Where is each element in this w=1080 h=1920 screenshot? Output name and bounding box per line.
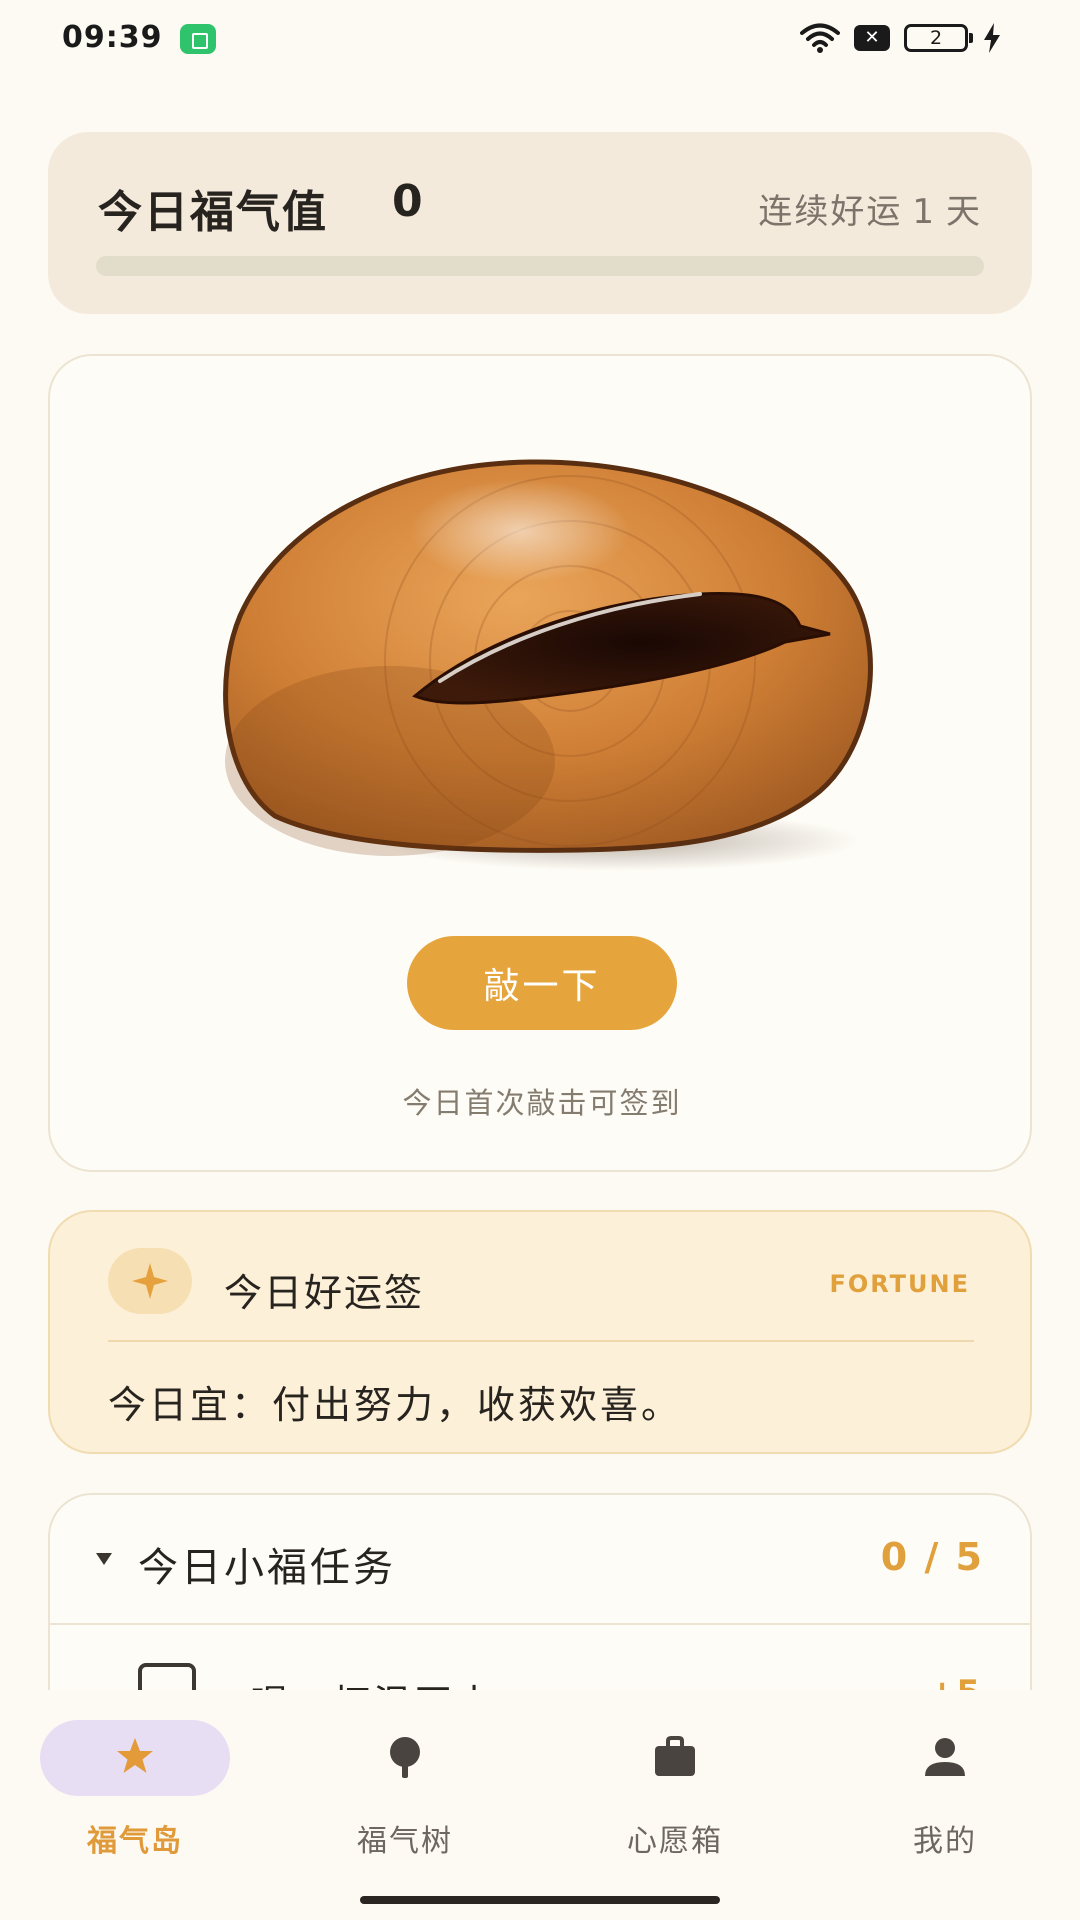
fortune-progress-bar	[96, 256, 984, 276]
app-notification-icon	[180, 24, 216, 54]
collapse-caret-icon[interactable]	[96, 1553, 112, 1565]
knock-button[interactable]: 敲一下	[407, 936, 677, 1030]
streak-days: 1	[912, 192, 936, 232]
fortune-tag: FORTUNE	[829, 1270, 970, 1298]
knock-hint: 今日首次敲击可签到	[402, 1086, 682, 1120]
signal-off-icon: ✕	[854, 25, 890, 51]
person-icon	[925, 1738, 965, 1776]
wooden-fish-icon[interactable]	[200, 416, 900, 896]
charging-icon	[984, 23, 1000, 53]
streak-suffix: 天	[946, 192, 982, 232]
fortune-value-card: 今日福气值 0 连续好运 1 天	[48, 132, 1032, 314]
nav-label: 心愿箱	[627, 1824, 723, 1859]
home-indicator[interactable]	[360, 1896, 720, 1904]
nav-label: 福气岛	[87, 1824, 183, 1859]
briefcase-icon	[655, 1736, 695, 1776]
sparkle-icon	[132, 1263, 168, 1299]
nav-label: 我的	[913, 1824, 977, 1859]
streak-text: 连续好运 1 天	[758, 184, 982, 233]
fortune-slip-text: 今日宜：付出努力，收获欢喜。	[108, 1383, 683, 1427]
fortune-slip-title: 今日好运签	[224, 1271, 425, 1315]
wifi-icon	[800, 23, 840, 53]
status-bar: 09:39 ✕ 2	[0, 0, 1080, 80]
daily-tasks-count: 0 / 5	[880, 1535, 984, 1579]
tree-icon	[390, 1737, 420, 1778]
divider	[50, 1623, 1030, 1625]
sparkle-icon-badge	[108, 1248, 192, 1314]
star-icon	[117, 1738, 153, 1773]
fortune-value: 0	[392, 176, 423, 227]
divider	[108, 1340, 974, 1342]
nav-item-profile[interactable]: 我的	[850, 1720, 1040, 1860]
fortune-slip-card[interactable]: 今日好运签 FORTUNE 今日宜：付出努力，收获欢喜。	[48, 1210, 1032, 1454]
nav-item-fortune-tree[interactable]: 福气树	[310, 1720, 500, 1860]
status-time: 09:39	[62, 20, 163, 55]
fortune-value-label: 今日福气值	[98, 187, 328, 238]
battery-icon: 2	[904, 24, 973, 52]
wooden-fish-card: 敲一下 今日首次敲击可签到	[48, 354, 1032, 1172]
daily-tasks-title[interactable]: 今日小福任务	[138, 1535, 396, 1593]
nav-label: 福气树	[357, 1824, 453, 1859]
nav-item-fortune-island[interactable]: 福气岛	[40, 1720, 230, 1860]
nav-item-wish-box[interactable]: 心愿箱	[580, 1720, 770, 1860]
streak-prefix: 连续好运	[758, 192, 903, 232]
bottom-nav: 福气岛 福气树 心愿箱 我的	[0, 1690, 1080, 1920]
status-icons: ✕ 2	[800, 22, 1002, 54]
